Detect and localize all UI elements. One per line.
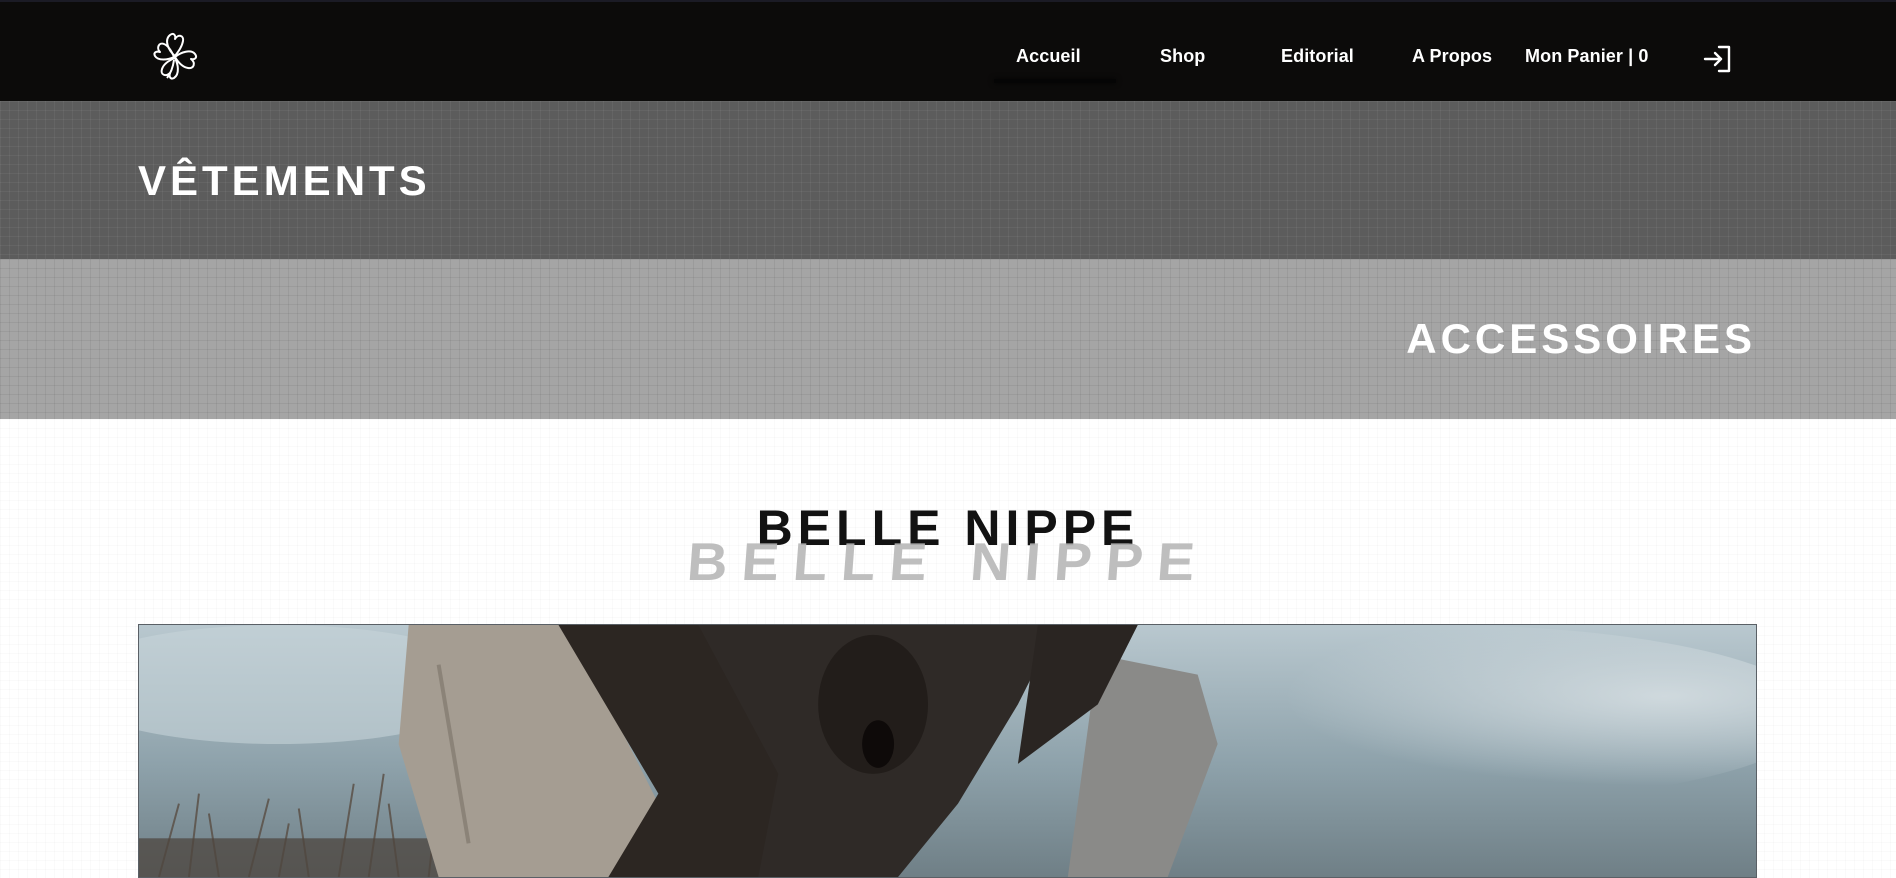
category-accessoires-title: ACCESSOIRES (1406, 315, 1756, 362)
nav-accueil-link[interactable]: Accueil (1016, 46, 1081, 67)
category-vetements-title: VÊTEMENTS (138, 157, 431, 204)
main-nav: Accueil Shop Editorial A Propos Mon Pani… (0, 2, 1896, 103)
login-arrow-icon[interactable] (1702, 45, 1732, 73)
top-nav-bar: Accueil Shop Editorial A Propos Mon Pani… (0, 0, 1896, 101)
hero-image (138, 624, 1757, 878)
category-accessoires-banner[interactable]: ACCESSOIRES (0, 259, 1896, 419)
active-nav-indicator (994, 79, 1116, 83)
nav-editorial-link[interactable]: Editorial (1281, 46, 1354, 67)
category-vetements-banner[interactable]: VÊTEMENTS (0, 101, 1896, 259)
brand-section: BELLE NIPPE BELLE NIPPE (0, 419, 1896, 878)
nav-apropos-link[interactable]: A Propos (1412, 46, 1492, 67)
brand-title-echo: BELLE NIPPE (685, 531, 1211, 592)
nav-shop-link[interactable]: Shop (1160, 46, 1205, 67)
nav-cart-link[interactable]: Mon Panier | 0 (1525, 46, 1648, 67)
